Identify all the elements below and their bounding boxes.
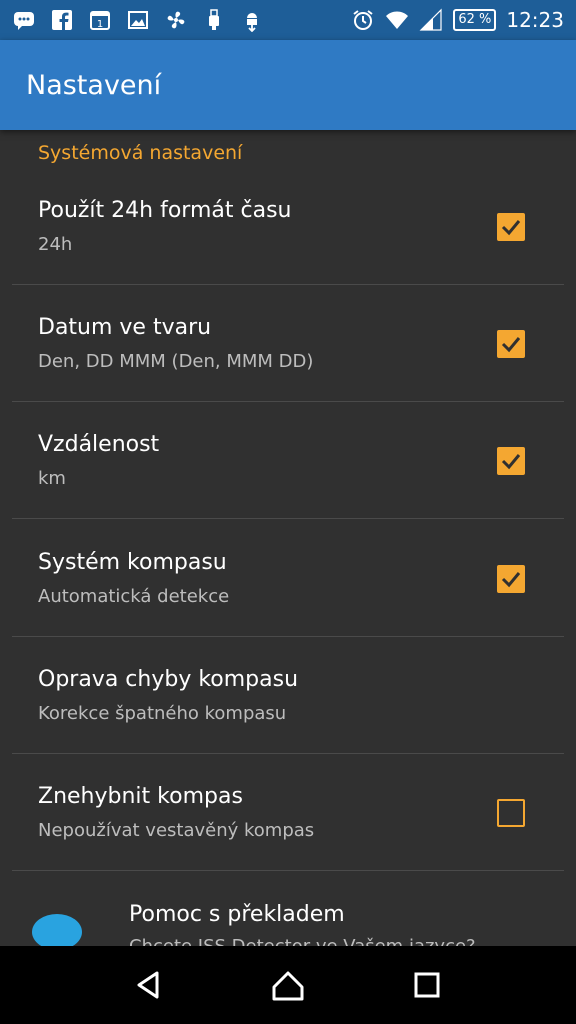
clock: 12:23 [506,8,564,32]
pref-summary: km [38,468,66,489]
page-title: Nastavení [26,69,162,101]
pref-title: Oprava chyby kompasu [38,667,299,692]
svg-text:1: 1 [97,19,103,30]
help-title: Pomoc s překladem [129,902,345,927]
recents-icon [414,972,440,998]
recents-button[interactable] [407,965,447,1005]
section-header: Systémová nastavení [38,142,243,164]
status-bar: 1 62 % 12:23 [0,0,576,40]
pref-title: Vzdálenost [38,432,160,457]
pref-date-format[interactable]: Datum ve tvaru Den, DD MMM (Den, MMM DD) [0,315,576,432]
pref-help-translate[interactable]: Pomoc s překladem Chcete ISS Detector ve… [0,884,576,946]
pref-compass-correction[interactable]: Oprava chyby kompasu Korekce špatného ko… [0,667,576,784]
pref-title: Datum ve tvaru [38,315,212,340]
alarm-icon [351,8,375,32]
divider [12,753,564,754]
pref-title: Znehybnit kompas [38,784,243,809]
android-download-icon [240,8,264,32]
facebook-icon [50,8,74,32]
checkbox-compass-system[interactable] [497,565,525,593]
checkmark-icon [501,337,521,353]
pref-summary: Den, DD MMM (Den, MMM DD) [38,351,314,372]
checkbox-distance[interactable] [497,447,525,475]
checkmark-icon [501,454,521,470]
home-button[interactable] [268,965,308,1005]
divider [12,284,564,285]
wifi-icon [385,8,409,32]
pref-summary: Automatická detekce [38,586,230,607]
divider [12,870,564,871]
back-button[interactable] [129,965,169,1005]
checkbox-freeze-compass[interactable] [497,799,525,827]
battery-indicator: 62 % [453,9,497,31]
pref-title: Použít 24h formát času [38,198,292,223]
fan-icon [164,8,188,32]
usb-icon [202,8,226,32]
pref-summary: 24h [38,234,73,255]
back-icon [137,971,159,999]
speech-bubble-icon [32,914,82,946]
pref-summary: Nepoužívat vestavěný kompas [38,820,315,841]
pref-compass-system[interactable]: Systém kompasu Automatická detekce [0,550,576,667]
pref-summary: Korekce špatného kompasu [38,703,287,724]
navigation-bar [0,946,576,1024]
settings-list[interactable]: Systémová nastavení Použít 24h formát ča… [0,130,576,946]
signal-icon [419,8,443,32]
pref-distance[interactable]: Vzdálenost km [0,432,576,549]
help-summary: Chcete ISS Detector ve Vašem jazyce? [129,936,476,946]
checkbox-24h-format[interactable] [497,213,525,241]
checkmark-icon [501,572,521,588]
home-icon [272,971,304,1001]
pref-24h-format[interactable]: Použít 24h formát času 24h [0,198,576,315]
divider [12,401,564,402]
checkmark-icon [501,220,521,236]
app-bar: Nastavení [0,40,576,130]
checkbox-date-format[interactable] [497,330,525,358]
divider [12,636,564,637]
calendar-icon: 1 [88,8,112,32]
image-icon [126,8,150,32]
chat-icon [12,8,36,32]
pref-title: Systém kompasu [38,550,227,575]
divider [12,518,564,519]
